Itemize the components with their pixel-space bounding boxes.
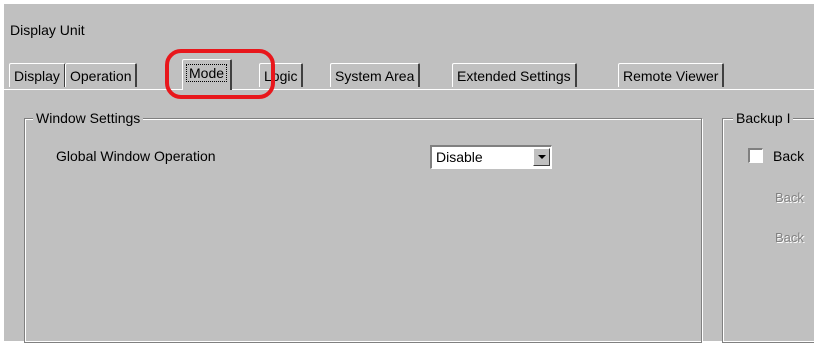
backup-disabled-label-2: Back — [775, 230, 804, 245]
global-window-operation-value: Disable — [436, 149, 483, 165]
tab-extended-settings[interactable]: Extended Settings — [452, 63, 577, 87]
backup-disabled-label-1: Back — [775, 190, 804, 205]
tab-operation[interactable]: Operation — [65, 63, 138, 87]
dialog-title: Display Unit — [10, 22, 85, 38]
tab-display[interactable]: Display — [9, 63, 66, 87]
global-window-operation-select[interactable]: Disable — [430, 145, 552, 169]
tab-strip-baseline — [3, 89, 814, 90]
tab-remote-viewer[interactable]: Remote Viewer — [618, 63, 725, 87]
backup-checkbox[interactable] — [748, 148, 763, 163]
window-settings-group-label: Window Settings — [33, 110, 144, 126]
backup-group-label: Backup I — [733, 110, 794, 126]
tab-system-area[interactable]: System Area — [330, 63, 421, 87]
highlight-ring — [165, 49, 275, 99]
backup-checkbox-label: Back — [773, 148, 805, 164]
chevron-down-icon[interactable] — [533, 148, 550, 166]
global-window-operation-label: Global Window Operation — [56, 148, 216, 164]
